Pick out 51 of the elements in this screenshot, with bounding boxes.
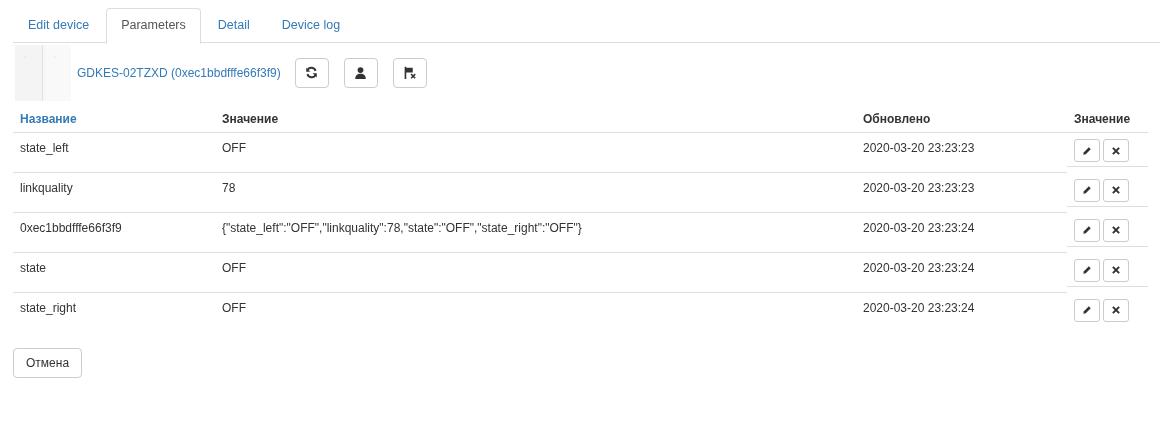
- edit-button[interactable]: [1074, 218, 1100, 242]
- flag-remove-icon: [403, 66, 417, 79]
- edit-button[interactable]: [1074, 139, 1100, 162]
- table-cell: 2020-03-20 23:23:23: [863, 181, 975, 195]
- tab[interactable]: Device log: [266, 8, 356, 42]
- device-link[interactable]: GDKES-02TZXD (0xec1bbdfffe66f3f9): [77, 65, 281, 80]
- user-button[interactable]: [343, 57, 378, 88]
- edit-button[interactable]: [1074, 258, 1100, 282]
- table-cell: 2020-03-20 23:23:24: [863, 261, 975, 275]
- table-cell: 0xec1bbdfffe66f3f9: [20, 221, 122, 235]
- close-icon: [1111, 265, 1121, 275]
- pencil-icon: [1082, 225, 1092, 235]
- pencil-icon: [1082, 145, 1092, 156]
- delete-button[interactable]: [1103, 298, 1129, 322]
- close-icon: [1111, 225, 1121, 235]
- table-cell: 2020-03-20 23:23:24: [863, 221, 975, 235]
- close-icon: [1111, 145, 1121, 156]
- cancel-button[interactable]: Отмена: [13, 348, 83, 378]
- table-cell: {"state_left":"OFF","linkquality":78,"state":"OFF","state_right":"OFF"}: [222, 221, 582, 235]
- table-cell: 78: [222, 181, 236, 195]
- table-cell: linkquality: [20, 181, 73, 195]
- tab[interactable]: Parameters: [106, 8, 201, 44]
- table-cell: 2020-03-20 23:23:23: [863, 141, 975, 155]
- refresh-button[interactable]: [294, 57, 329, 88]
- delete-button[interactable]: [1103, 139, 1129, 162]
- tab[interactable]: Detail: [202, 8, 265, 42]
- flag-remove-button[interactable]: [392, 57, 427, 88]
- pencil-icon: [1082, 305, 1092, 315]
- table-cell: state_right: [20, 301, 77, 315]
- pencil-icon: [1082, 265, 1092, 275]
- delete-button[interactable]: [1103, 218, 1129, 242]
- table-cell: OFF: [222, 141, 246, 155]
- close-icon: [1111, 185, 1121, 195]
- delete-button[interactable]: [1103, 178, 1129, 202]
- table-cell: 2020-03-20 23:23:24: [863, 301, 975, 315]
- column-header: Значение: [1067, 108, 1148, 133]
- user-icon: [354, 66, 368, 79]
- table-cell: state: [20, 261, 46, 275]
- refresh-icon: [305, 66, 319, 79]
- delete-button[interactable]: [1103, 258, 1129, 282]
- sortable-column-header[interactable]: Название: [13, 108, 215, 133]
- column-header: Значение: [215, 108, 856, 133]
- table-cell: state_left: [20, 141, 69, 155]
- edit-button[interactable]: [1074, 298, 1100, 322]
- table-cell: OFF: [222, 301, 246, 315]
- column-header: Обновлено: [856, 108, 1067, 133]
- tab[interactable]: Edit device: [13, 8, 105, 42]
- pencil-icon: [1082, 185, 1092, 195]
- edit-button[interactable]: [1074, 178, 1100, 202]
- close-icon: [1111, 305, 1121, 315]
- table-cell: OFF: [222, 261, 246, 275]
